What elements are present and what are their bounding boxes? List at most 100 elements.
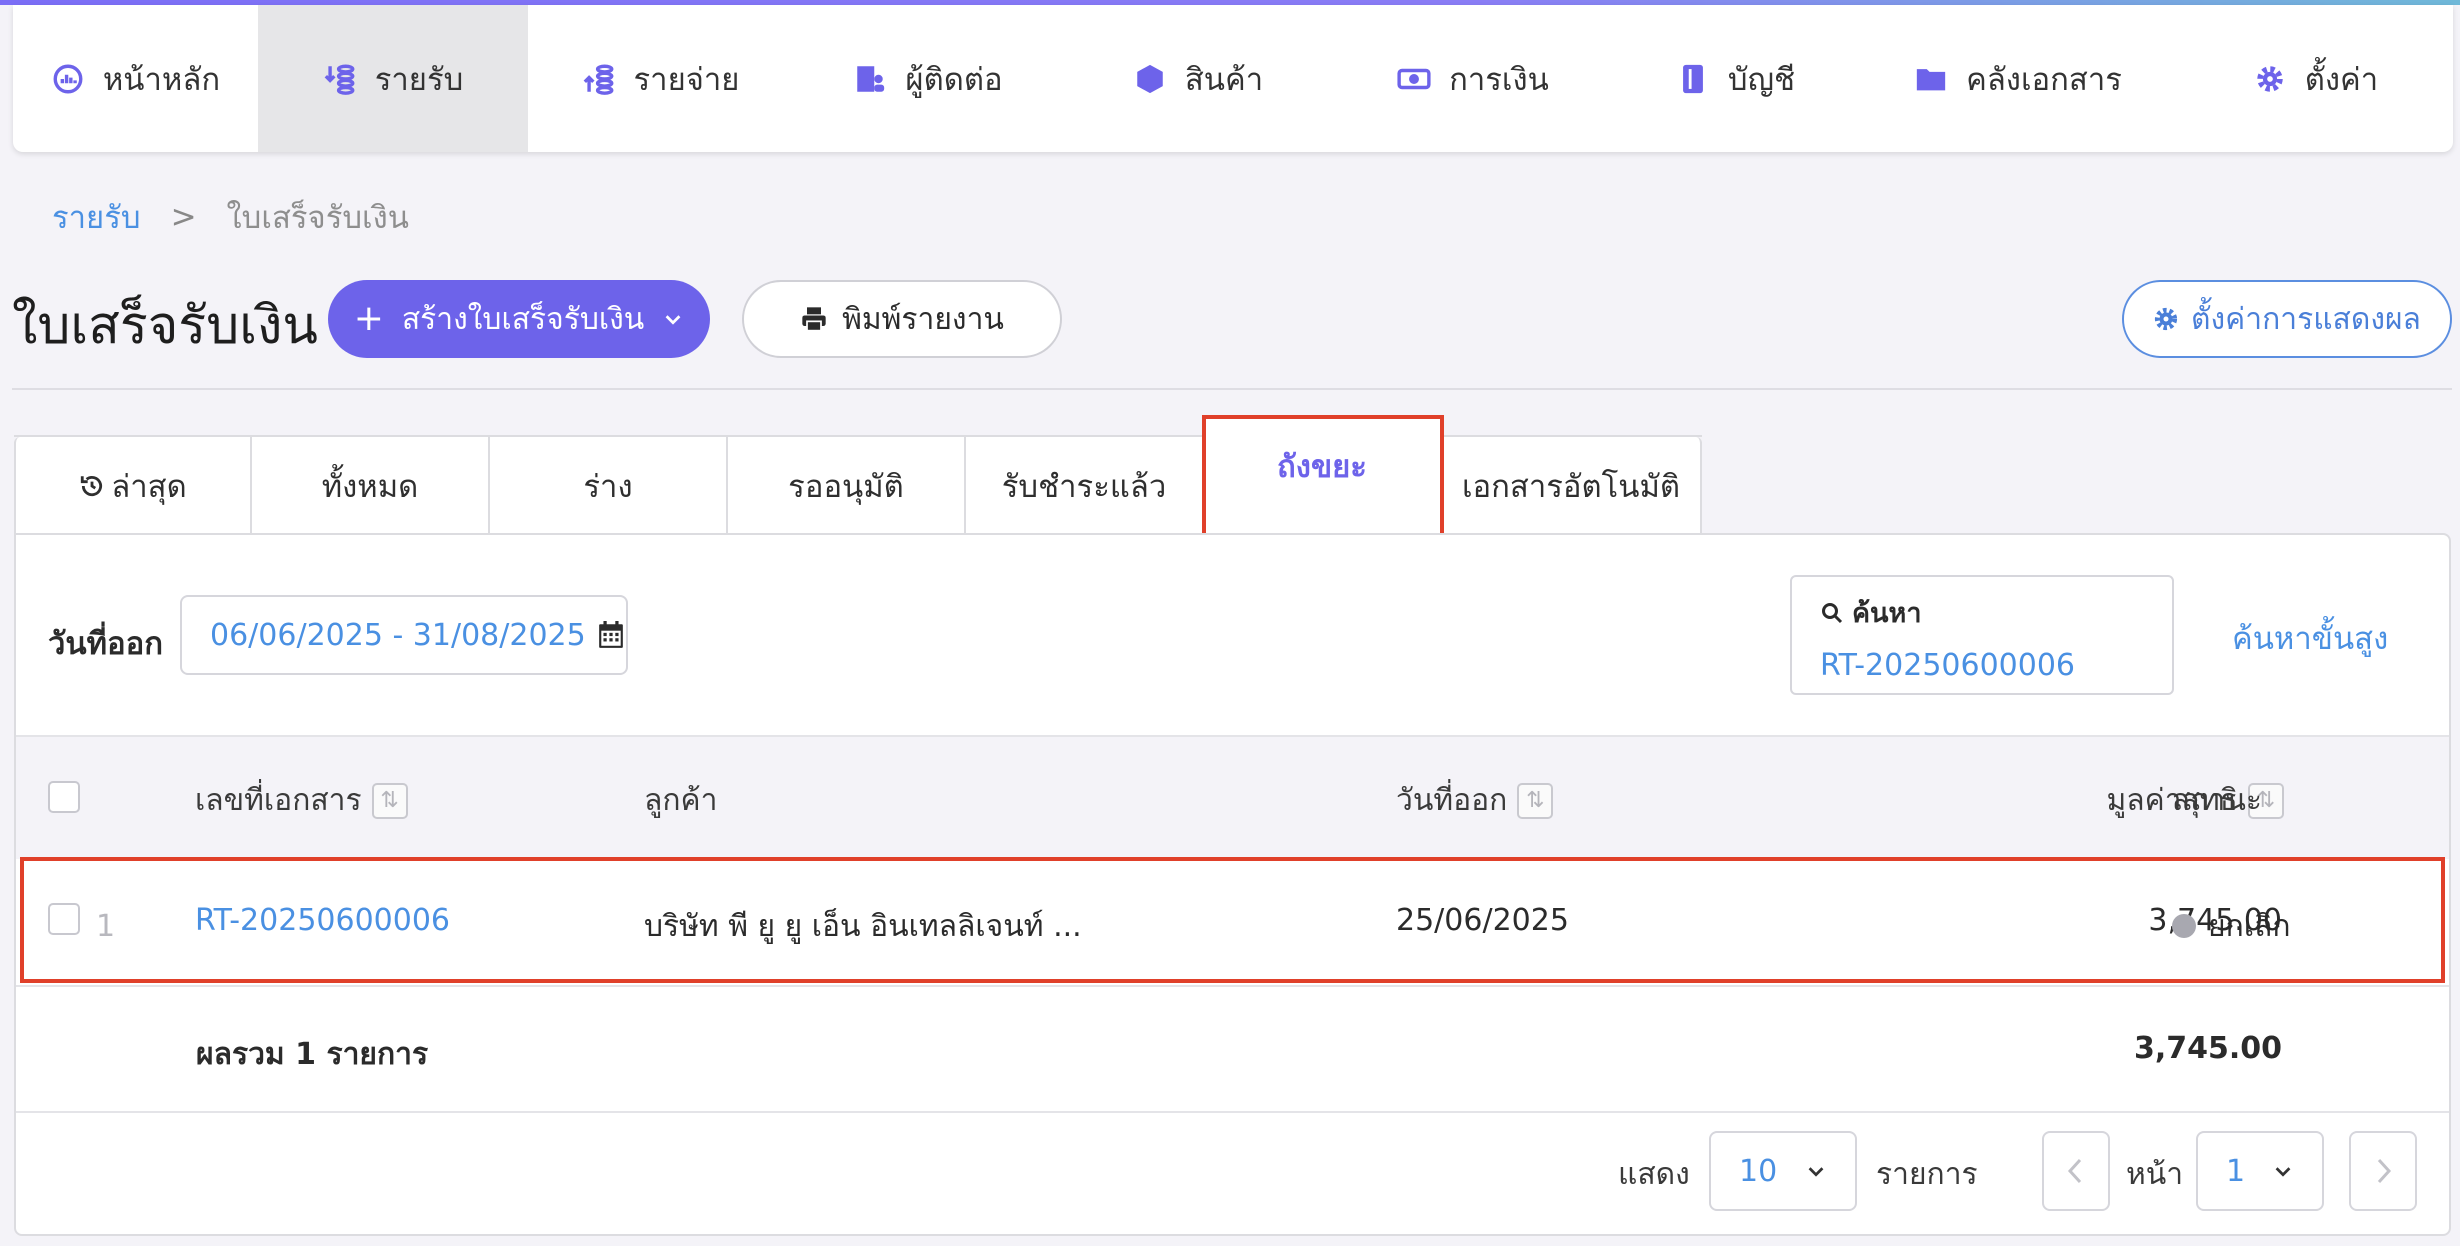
breadcrumb-current: ใบเสร็จรับเงิน (226, 200, 409, 236)
table-row[interactable]: 1 RT-20250600006 บริษัท พี ยู ยู เอ็น อิ… (16, 859, 2449, 985)
search-input[interactable]: ค้นหา RT-20250600006 (1790, 575, 2174, 695)
nav-item-documents[interactable]: คลังเอกสาร (1858, 5, 2178, 152)
sort-icon[interactable]: ⇅ (371, 782, 408, 819)
nav-label: สินค้า (1184, 61, 1264, 98)
nav-label: บัญชี (1727, 61, 1796, 98)
date-range-value: 06/06/2025 - 31/08/2025 (210, 617, 586, 653)
nav-item-contacts[interactable]: ผู้ติดต่อ (793, 5, 1063, 152)
nav-label: คลังเอกสาร (1966, 61, 2122, 98)
page-select[interactable]: 1 (2196, 1131, 2324, 1211)
row-doc-no-link[interactable]: RT-20250600006 (195, 903, 450, 938)
status-label: ยกเลิก (2208, 909, 2291, 944)
chevron-right-icon (2377, 1158, 2392, 1184)
page-label: หน้า (2126, 1157, 2184, 1192)
items-label: รายการ (1876, 1157, 1978, 1192)
tab-label: ทั้งหมด (321, 469, 419, 505)
col-issue-date: วันที่ออก ⇅ (1396, 777, 1554, 824)
tab-draft[interactable]: ร่าง (490, 437, 728, 535)
chevron-down-icon (1808, 1167, 1824, 1177)
money-icon (1397, 68, 1431, 89)
row-index: 1 (96, 909, 116, 944)
expense-icon (583, 64, 613, 95)
tab-label: รับชำระแล้ว (1001, 469, 1167, 505)
row-issue-date: 25/06/2025 (1396, 903, 1569, 938)
prev-page-button[interactable] (2042, 1131, 2110, 1211)
table-header: เลขที่เอกสาร ⇅ ลูกค้า วันที่ออก ⇅ มูลค่า… (16, 735, 2449, 859)
col-doc-no-label: เลขที่เอกสาร (195, 783, 362, 818)
col-issue-date-label: วันที่ออก (1396, 783, 1508, 818)
box-icon (1137, 64, 1163, 93)
total-row: ผลรวม 1 รายการ 3,745.00 (16, 985, 2449, 1113)
search-value: RT-20250600006 (1820, 648, 2076, 683)
sort-icon[interactable]: ⇅ (1517, 782, 1554, 819)
chevron-left-icon (2067, 1158, 2082, 1184)
printer-icon (802, 307, 826, 332)
nav-item-dashboard[interactable]: หน้าหลัก (13, 5, 258, 152)
tab-latest[interactable]: ล่าสุด (14, 437, 252, 535)
nav-item-expense[interactable]: รายจ่าย (528, 5, 793, 152)
print-report-label: พิมพ์รายงาน (842, 301, 1004, 337)
tab-trash[interactable]: ถังขยะ (1202, 415, 1444, 537)
plus-icon: + (353, 298, 384, 339)
calendar-icon (598, 621, 623, 648)
col-customer-label: ลูกค้า (644, 783, 718, 818)
ledger-icon (1683, 64, 1703, 93)
breadcrumb-parent-link[interactable]: รายรับ (52, 192, 141, 242)
search-icon (1822, 602, 1843, 623)
nav-item-income[interactable]: รายรับ (258, 5, 528, 152)
total-value: 3,745.00 (2133, 1031, 2282, 1066)
breadcrumb-separator: > (170, 199, 197, 235)
row-customer: บริษัท พี ยู ยู เอ็น อินเทลลิเจนท์ ... (644, 909, 1082, 944)
col-doc-no: เลขที่เอกสาร ⇅ (195, 777, 408, 824)
col-status: สถานะ (2172, 777, 2262, 824)
tab-paid[interactable]: รับชำระแล้ว (966, 437, 1204, 535)
date-filter-label: วันที่ออก (48, 626, 164, 662)
create-receipt-label: สร้างใบเสร็จรับเงิน (401, 301, 645, 337)
contacts-icon (857, 65, 885, 92)
nav-item-accounting[interactable]: บัญชี (1613, 5, 1858, 152)
tab-awaiting-approval[interactable]: รออนุมัติ (728, 437, 966, 535)
row-checkbox[interactable] (48, 903, 80, 935)
gear-icon (2257, 65, 2283, 92)
header-divider (12, 388, 2452, 390)
col-status-label: สถานะ (2172, 783, 2262, 818)
status-dot-icon (2172, 913, 2196, 938)
status-badge: ยกเลิก (2172, 903, 2291, 950)
tab-label: รออนุมัติ (788, 469, 904, 505)
advanced-search-link[interactable]: ค้นหาขั้นสูง (2232, 613, 2388, 663)
tab-all[interactable]: ทั้งหมด (252, 437, 490, 535)
print-report-button[interactable]: พิมพ์รายงาน (742, 280, 1062, 358)
nav-item-products[interactable]: สินค้า (1063, 5, 1333, 152)
tab-label: เอกสารอัตโนมัติ (1461, 469, 1681, 505)
total-label: ผลรวม 1 รายการ (196, 1037, 429, 1072)
search-label-row: ค้นหา (1820, 591, 2172, 634)
nav-label: รายรับ (374, 61, 464, 98)
receipts-card: วันที่ออก 06/06/2025 - 31/08/2025 ค้นหา … (14, 533, 2451, 1236)
nav-label: การเงิน (1449, 61, 1549, 98)
display-settings-button[interactable]: ตั้งค่าการแสดงผล (2122, 280, 2452, 358)
nav-label: ตั้งค่า (2304, 61, 2379, 98)
date-range-picker[interactable]: 06/06/2025 - 31/08/2025 (180, 595, 628, 675)
income-icon (324, 64, 355, 95)
folder-icon (1916, 68, 1946, 90)
tab-label: ร่าง (583, 469, 633, 505)
page-title: ใบเสร็จรับเงิน (12, 296, 318, 356)
nav-item-finance[interactable]: การเงิน (1333, 5, 1613, 152)
main-nav: หน้าหลัก รายรับ รายจ่าย ผู้ติดต่อ สินค้า… (13, 5, 2453, 152)
display-settings-label: ตั้งค่าการแสดงผล (2191, 301, 2421, 337)
tab-automatic-documents[interactable]: เอกสารอัตโนมัติ (1442, 437, 1702, 535)
col-customer: ลูกค้า (644, 777, 717, 824)
page-size-select[interactable]: 10 (1709, 1131, 1857, 1211)
page-size-label: แสดง (1618, 1157, 1690, 1192)
chevron-down-icon (665, 315, 681, 325)
status-tabs: ล่าสุด ทั้งหมด ร่าง รออนุมัติ รับชำระแล้… (14, 415, 1702, 537)
create-receipt-button[interactable]: + สร้างใบเสร็จรับเงิน (328, 280, 710, 358)
next-page-button[interactable] (2349, 1131, 2417, 1211)
tab-label: ล่าสุด (111, 469, 187, 505)
dashboard-icon (53, 64, 83, 93)
nav-item-settings[interactable]: ตั้งค่า (2178, 5, 2453, 152)
page-size-value: 10 (1739, 1153, 1778, 1189)
select-all-checkbox[interactable] (48, 781, 80, 813)
history-icon (81, 476, 103, 497)
tab-label: ถังขยะ (1277, 449, 1367, 485)
